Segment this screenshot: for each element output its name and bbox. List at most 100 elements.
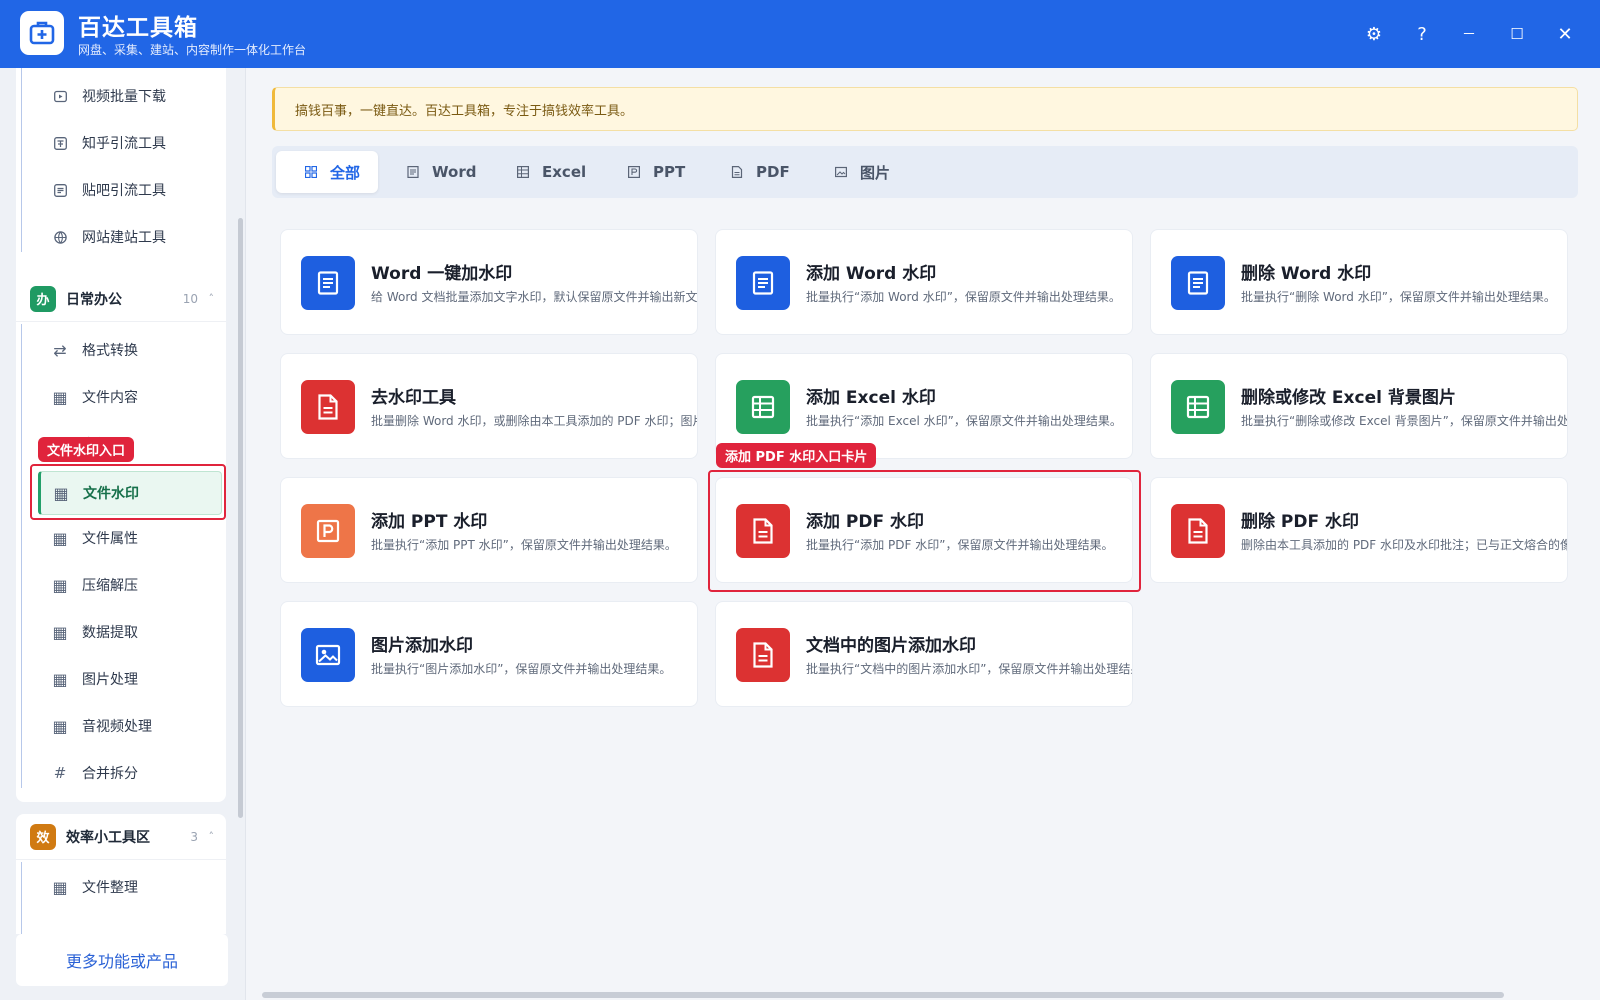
- tool-card[interactable]: 删除 Word 水印 批量执行“删除 Word 水印”，保留原文件并输出处理结果。: [1150, 229, 1568, 335]
- tool-card[interactable]: 添加 PPT 水印批量执行“添加 PPT 水印”，保留原文件并输出处理结果。: [280, 477, 698, 583]
- app-subtitle: 网盘、采集、建站、内容制作一体化工作台: [78, 43, 307, 57]
- sidebar-item-label: 文件属性: [82, 531, 138, 547]
- app-title: 百达工具箱: [78, 15, 198, 41]
- tab-image[interactable]: 图片: [806, 151, 908, 193]
- sidebar-item-file-content[interactable]: ▦ 文件内容: [38, 377, 222, 417]
- tool-card[interactable]: 去水印工具 批量删除 Word 水印，或删除由本工具添加的 PDF 水印；图片/格: [280, 353, 698, 459]
- word-doc-icon: [1171, 256, 1225, 310]
- sidebar-item-label: 网站建站工具: [82, 230, 166, 246]
- sidebar-item-label: 贴吧引流工具: [82, 183, 166, 199]
- grid-icon: ▦: [52, 528, 68, 548]
- sidebar-item-label: 文件内容: [82, 390, 138, 406]
- sidebar-item-label: 文件水印: [83, 486, 139, 502]
- help-icon[interactable]: ?: [1408, 20, 1436, 48]
- tool-card-description: 批量执行“图片添加水印”，保留原文件并输出处理结果。: [371, 662, 672, 676]
- tool-card-title: 去水印工具: [371, 388, 456, 408]
- info-banner: 搞钱百事，一键直达。百达工具箱，专注于搞钱效率工具。: [272, 87, 1578, 131]
- annotation-label: 添加 PDF 水印入口卡片: [716, 443, 877, 468]
- sidebar-scrollbar[interactable]: [238, 218, 243, 818]
- excel-sheet-icon: [1171, 380, 1225, 434]
- sidebar-item-website[interactable]: 网站建站工具: [38, 217, 222, 257]
- tool-card[interactable]: 添加 PDF 水印 批量执行“添加 PDF 水印”，保留原文件并输出处理结果。: [715, 477, 1133, 583]
- tool-card[interactable]: 图片添加水印 批量执行“图片添加水印”，保留原文件并输出处理结果。: [280, 601, 698, 707]
- ppt-icon: [627, 165, 641, 179]
- sidebar-item-format-convert[interactable]: ⇄ 格式转换: [38, 330, 222, 370]
- sidebar-item-label: 图片处理: [82, 672, 138, 688]
- group-title: 日常办公: [66, 291, 122, 308]
- sidebar-item-image-process[interactable]: ▦ 图片处理: [38, 659, 222, 699]
- grid-icon: ▦: [52, 622, 68, 642]
- tool-card-title: 添加 PPT 水印: [371, 512, 488, 532]
- tool-card[interactable]: 删除 PDF 水印删除由本工具添加的 PDF 水印及水印批注；已与正文熔合的像素…: [1150, 477, 1568, 583]
- sidebar-item-data-extract[interactable]: ▦ 数据提取: [38, 612, 222, 652]
- sidebar-item-file-watermark[interactable]: ▦ 文件水印: [38, 471, 222, 515]
- category-tabs: 全部 Word Excel PPT PDF 图片: [272, 146, 1578, 198]
- tool-card-description: 批量执行“文档中的图片添加水印”，保留原文件并输出处理结果。: [806, 662, 1133, 676]
- grid-icon: ▦: [52, 669, 68, 689]
- group-title: 效率小工具区: [66, 829, 150, 846]
- grid-icon: ▦: [53, 483, 69, 503]
- tool-card-title: 添加 Excel 水印: [806, 388, 936, 408]
- grid-icon: ▦: [52, 877, 68, 897]
- tab-label: 全部: [330, 163, 361, 182]
- forum-icon: [52, 182, 68, 198]
- main-horizontal-scrollbar[interactable]: [262, 992, 1504, 998]
- settings-icon[interactable]: ⚙: [1360, 20, 1388, 48]
- sidebar-item-merge-split[interactable]: # 合并拆分: [38, 753, 222, 793]
- tab-word[interactable]: Word: [378, 151, 494, 193]
- sidebar-item-label: 压缩解压: [82, 578, 138, 594]
- sidebar-item-compress[interactable]: ▦ 压缩解压: [38, 565, 222, 605]
- tool-card-description: 批量执行“添加 PDF 水印”，保留原文件并输出处理结果。: [806, 538, 1114, 552]
- chevron-up-icon[interactable]: ˄: [209, 830, 215, 843]
- grid-icon: [304, 165, 318, 179]
- tool-card[interactable]: 文档中的图片添加水印 批量执行“文档中的图片添加水印”，保留原文件并输出处理结果。: [715, 601, 1133, 707]
- close-icon[interactable]: ✕: [1551, 20, 1579, 48]
- app-logo-icon: [20, 11, 64, 55]
- minimize-icon[interactable]: －: [1455, 20, 1483, 48]
- title-bar: 百达工具箱 网盘、采集、建站、内容制作一体化工作台 ⚙ ? － ☐ ✕: [0, 0, 1600, 68]
- tab-all[interactable]: 全部: [276, 151, 379, 193]
- ppt-slide-icon: [301, 504, 355, 558]
- sidebar-item-video-download[interactable]: 视频批量下载: [38, 76, 222, 116]
- tool-card-title: Word 一键加水印: [371, 264, 513, 284]
- pdf-doc-icon: [301, 380, 355, 434]
- maximize-icon[interactable]: ☐: [1503, 20, 1531, 48]
- group-tree-line: [21, 68, 22, 252]
- group-count: 10: [182, 291, 198, 306]
- sidebar-item-label: 合并拆分: [82, 766, 138, 782]
- tool-card[interactable]: Word 一键加水印给 Word 文档批量添加文字水印，默认保留原文件并输出新文…: [280, 229, 698, 335]
- tab-label: Word: [432, 163, 477, 181]
- sidebar-item-tieba[interactable]: 贴吧引流工具: [38, 170, 222, 210]
- sidebar-item-zhihu[interactable]: 知乎引流工具: [38, 123, 222, 163]
- sidebar-scroll-area: 视频批量下载 知乎引流工具 贴吧引流工具 网站建站工具 办 日常办公 10 ˄ …: [0, 68, 246, 934]
- tool-card[interactable]: 删除或修改 Excel 背景图片 批量执行“删除或修改 Excel 背景图片”，保…: [1150, 353, 1568, 459]
- sidebar-item-file-properties[interactable]: ▦ 文件属性: [38, 518, 222, 558]
- more-features-button[interactable]: 更多功能或产品: [16, 934, 228, 986]
- tab-excel[interactable]: Excel: [488, 151, 604, 193]
- word-icon: [406, 165, 420, 179]
- sidebar: 视频批量下载 知乎引流工具 贴吧引流工具 网站建站工具 办 日常办公 10 ˄ …: [0, 68, 246, 1000]
- image-icon: [834, 165, 848, 179]
- website-icon: [52, 229, 68, 245]
- tool-card-description: 批量执行“删除 Word 水印”，保留原文件并输出处理结果。: [1241, 290, 1556, 304]
- sidebar-item-av-process[interactable]: ▦ 音视频处理: [38, 706, 222, 746]
- sidebar-item-file-organize[interactable]: ▦ 文件整理: [38, 867, 222, 907]
- tool-card-description: 批量执行“添加 Excel 水印”，保留原文件并输出处理结果。: [806, 414, 1122, 428]
- tab-ppt[interactable]: PPT: [599, 151, 703, 193]
- image-icon: [301, 628, 355, 682]
- chevron-up-icon[interactable]: ˄: [209, 292, 215, 305]
- tool-card-description: 给 Word 文档批量添加文字水印，默认保留原文件并输出新文件。: [371, 290, 698, 304]
- group-header-efficiency[interactable]: 效 效率小工具区 3 ˄: [16, 814, 226, 860]
- grid-icon: ▦: [52, 387, 68, 407]
- tab-label: PDF: [756, 163, 790, 181]
- group-header-office[interactable]: 办 日常办公 10 ˄: [16, 276, 226, 322]
- pdf-doc-icon: [1171, 504, 1225, 558]
- zhihu-icon: [52, 135, 68, 151]
- tab-pdf[interactable]: PDF: [702, 151, 808, 193]
- tool-card-description: 批量执行“添加 PPT 水印”，保留原文件并输出处理结果。: [371, 538, 677, 552]
- group-tree-line: [21, 862, 22, 934]
- swap-icon: ⇄: [53, 340, 67, 360]
- tool-card[interactable]: 添加 Word 水印 批量执行“添加 Word 水印”，保留原文件并输出处理结果。: [715, 229, 1133, 335]
- tab-label: Excel: [542, 163, 587, 181]
- sidebar-item-label: 数据提取: [82, 625, 138, 641]
